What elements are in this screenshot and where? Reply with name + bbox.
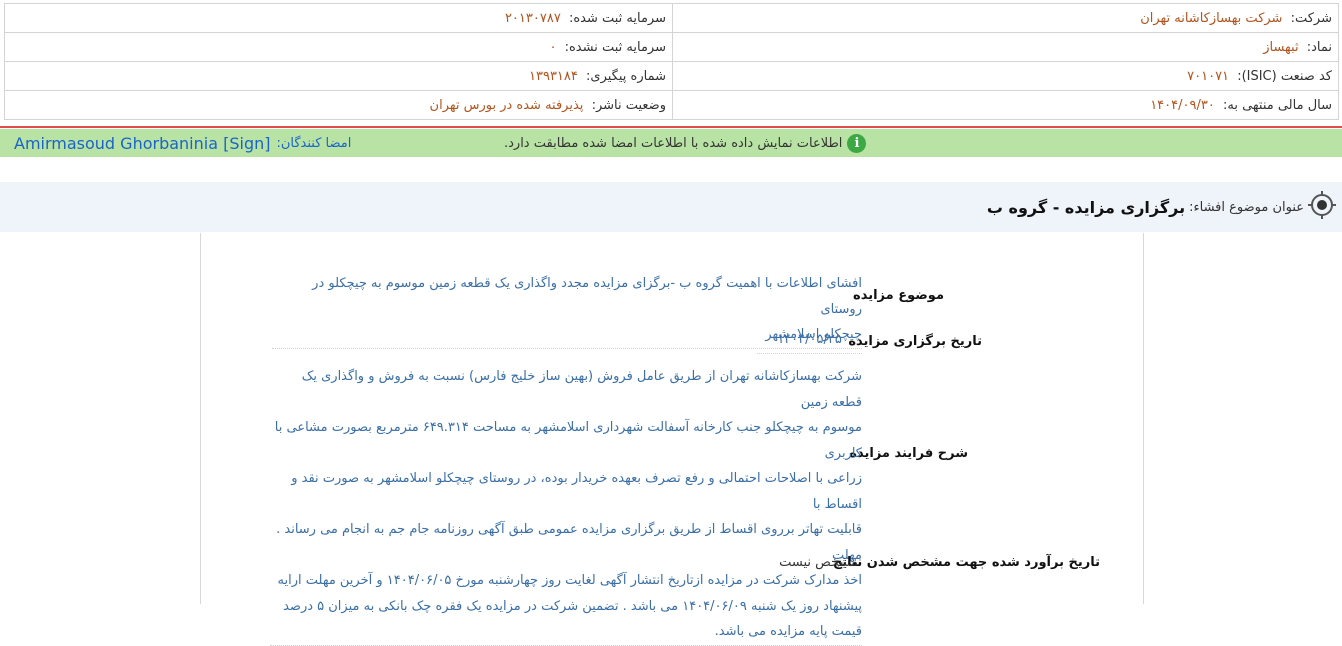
process-line: موسوم به چیچکلو جنب کارخانه آسفالت شهردا… xyxy=(274,420,862,461)
tracking-value: ۱۳۹۳۱۸۴ xyxy=(529,68,578,84)
company-info-table: شرکت: شرکت بهسازکاشانه تهران سرمایه ثبت … xyxy=(4,3,1339,120)
isic-cell: کد صنعت (ISIC): ۷۰۱۰۷۱ xyxy=(672,61,1339,91)
auction-date-label: تاریخ برگزاری مزایده xyxy=(848,334,982,349)
subject-title: برگزاری مزایده - گروه ب xyxy=(986,197,1186,217)
verification-message-wrap: i اطلاعات نمایش داده شده با اطلاعات امضا… xyxy=(504,129,867,157)
target-icon xyxy=(1308,191,1336,219)
auction-date-value: ۱۴۰۴/۰۵/۲۵ xyxy=(757,327,862,354)
auction-subject-label: موضوع مزایده xyxy=(853,288,944,303)
verification-message: اطلاعات نمایش داده شده با اطلاعات امضا ش… xyxy=(504,135,843,151)
process-line: زراعی با اصلاحات احتمالی و رفع تصرف بعهد… xyxy=(291,471,862,512)
subject-label: عنوان موضوع افشاء: xyxy=(1189,199,1304,215)
symbol-label: نماد: xyxy=(1306,39,1332,55)
isic-value: ۷۰۱۰۷۱ xyxy=(1187,68,1230,84)
publisher-status-value: پذیرفته شده در بورس تهران xyxy=(429,97,584,113)
tracking-label: شماره پیگیری: xyxy=(586,68,666,84)
publisher-status-cell: وضعیت ناشر: پذیرفته شده در بورس تهران xyxy=(4,90,673,120)
process-value: شرکت بهسازکاشانه تهران از طریق عامل فروش… xyxy=(270,364,862,646)
company-cell: شرکت: شرکت بهسازکاشانه تهران xyxy=(672,3,1339,33)
divider-red xyxy=(0,126,1342,128)
isic-label: کد صنعت (ISIC): xyxy=(1237,68,1332,84)
signers: Amirmasoud Ghorbaninia [Sign] امضا کنندگ… xyxy=(14,129,351,157)
symbol-cell: نماد: ثبهساز xyxy=(672,32,1339,62)
registered-capital-value: ۲۰۱۳۰۷۸۷ xyxy=(504,10,561,26)
company-value: شرکت بهسازکاشانه تهران xyxy=(1140,10,1283,26)
info-icon: i xyxy=(847,133,867,153)
unregistered-capital-cell: سرمایه ثبت نشده: ۰ xyxy=(4,32,673,62)
unregistered-capital-label: سرمایه ثبت نشده: xyxy=(564,39,666,55)
fiscal-year-value: ۱۴۰۴/۰۹/۳۰ xyxy=(1150,97,1215,113)
estimate-value: مشخص نیست xyxy=(779,555,858,570)
signer-link[interactable]: Amirmasoud Ghorbaninia [Sign] xyxy=(14,134,270,153)
fiscal-year-cell: سال مالی منتهی به: ۱۴۰۴/۰۹/۳۰ xyxy=(672,90,1339,120)
process-label: شرح فرایند مزایده xyxy=(849,446,968,461)
fiscal-year-label: سال مالی منتهی به: xyxy=(1222,97,1332,113)
process-line: قیمت پایه مزایده می باشد. xyxy=(714,624,862,639)
disclosure-title-bar: عنوان موضوع افشاء: برگزاری مزایده - گروه… xyxy=(0,182,1342,232)
process-line: پیشنهاد روز یک شنبه ۱۴۰۴/۰۶/۰۹ می باشد .… xyxy=(283,598,862,614)
verification-bar: i اطلاعات نمایش داده شده با اطلاعات امضا… xyxy=(0,129,1342,157)
tracking-cell: شماره پیگیری: ۱۳۹۳۱۸۴ xyxy=(4,61,673,91)
signers-label: امضا کنندگان: xyxy=(276,135,352,151)
publisher-status-label: وضعیت ناشر: xyxy=(591,97,666,113)
registered-capital-label: سرمایه ثبت شده: xyxy=(568,10,666,26)
process-line: شرکت بهسازکاشانه تهران از طریق عامل فروش… xyxy=(301,369,862,410)
company-label: شرکت: xyxy=(1290,10,1332,26)
registered-capital-cell: سرمایه ثبت شده: ۲۰۱۳۰۷۸۷ xyxy=(4,3,673,33)
estimate-label: تاریخ برآورد شده جهت مشخص شدن نتایج xyxy=(832,555,1100,570)
symbol-value: ثبهساز xyxy=(1263,39,1299,55)
unregistered-capital-value: ۰ xyxy=(549,39,557,55)
disclosure-title: عنوان موضوع افشاء: برگزاری مزایده - گروه… xyxy=(987,182,1304,232)
auction-subject-line: افشای اطلاعات با اهمیت گروه ب -برگزای مز… xyxy=(312,276,862,317)
